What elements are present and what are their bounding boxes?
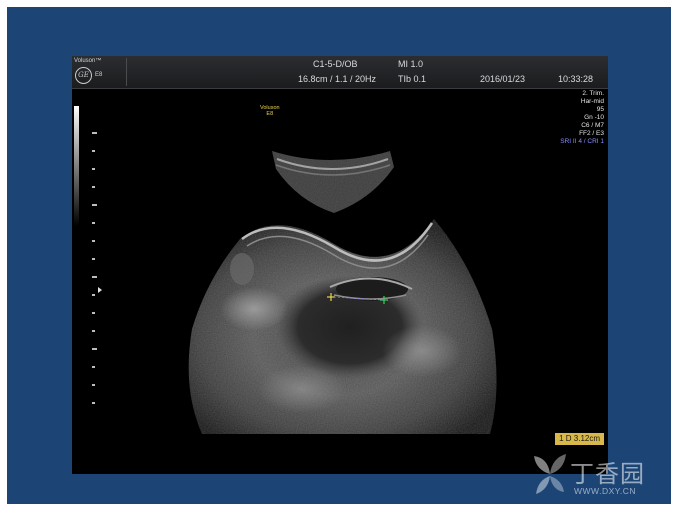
param-line: Gn -10	[584, 114, 604, 121]
depth-settings: 16.8cm / 1.1 / 20Hz	[298, 74, 377, 84]
watermark-url: WWW.DXY.CN	[574, 486, 636, 496]
leaf-logo-icon	[534, 454, 566, 494]
mechanical-index: MI 1.0	[398, 59, 424, 69]
probe-mode: C1-5-D/OB	[313, 59, 358, 69]
probe-orientation-label: Voluson E8	[260, 105, 280, 117]
thermal-index: TIb 0.1	[398, 74, 427, 84]
ge-logo-icon: GE	[75, 67, 92, 84]
ultrasound-scan-image	[188, 151, 497, 434]
brand-block: Voluson™ GE E8	[74, 58, 124, 86]
exam-date: 2016/01/23	[480, 74, 526, 84]
focus-marker-icon	[98, 287, 102, 293]
monitor-header-bar: Voluson™ GE E8 C1-5-D/OB MI 1.0 16.8cm /…	[72, 56, 608, 89]
watermark: 丁香园 WWW.DXY.CN	[530, 450, 670, 502]
exam-time: 10:33:28	[558, 74, 594, 84]
brand-name: Voluson™	[74, 58, 102, 64]
param-line: 95	[596, 106, 604, 113]
header-divider	[126, 58, 127, 86]
param-line: 2. Trim.	[582, 90, 604, 97]
image-parameters: 2. Trim. Har-mid 95 Gn -10 C6 / M7 FF2 /…	[560, 90, 604, 146]
param-line: FF2 / E3	[579, 130, 604, 137]
ultrasound-monitor: Voluson™ GE E8 C1-5-D/OB MI 1.0 16.8cm /…	[72, 56, 608, 474]
watermark-text: 丁香园	[570, 460, 645, 488]
param-line: Har-mid	[580, 98, 604, 105]
measurement-result: 1 D 3.12cm	[555, 433, 604, 445]
brand-model: E8	[95, 72, 103, 78]
param-line: C6 / M7	[581, 122, 604, 129]
sri-setting: SRI II 4 / CRI 1	[560, 138, 604, 145]
grayscale-bar	[74, 106, 79, 226]
